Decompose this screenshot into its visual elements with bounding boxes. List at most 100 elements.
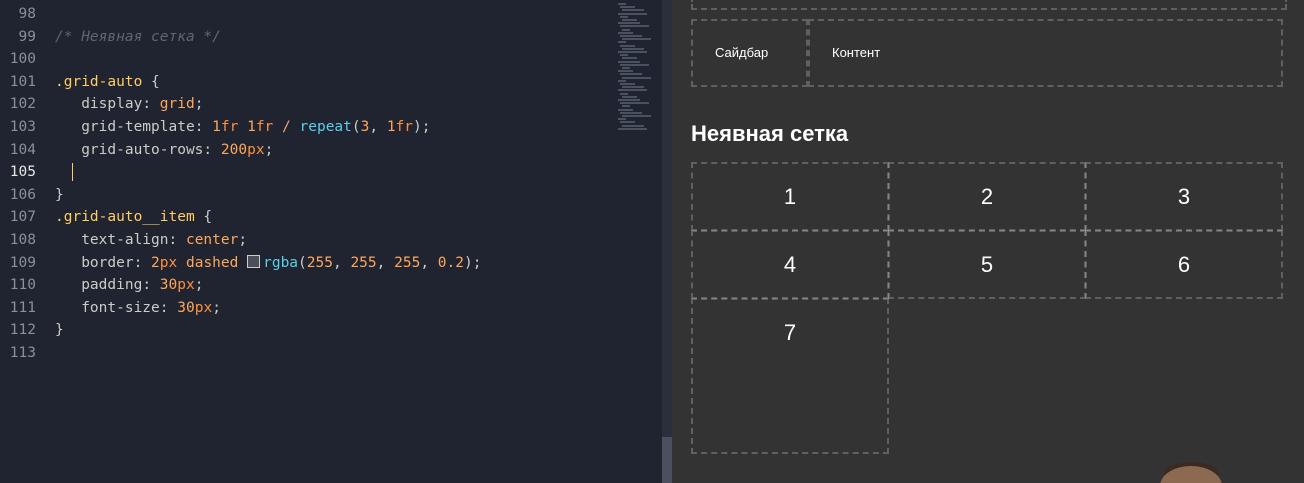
line-number: 110 (9, 277, 36, 294)
code-token: 1 (212, 119, 221, 135)
code-token: border (72, 254, 134, 271)
code-token: fr (255, 119, 274, 135)
code-line[interactable]: 104 grid-auto-rows: 200px; (0, 139, 612, 161)
color-swatch-icon[interactable] (247, 254, 261, 268)
code-token: } (55, 322, 64, 339)
minimap-line (620, 73, 642, 76)
minimap-line (618, 89, 647, 92)
minimap-line (620, 25, 649, 28)
line-number: 105 (9, 164, 36, 181)
code-token: grid-template (72, 119, 195, 135)
code-token: / (282, 119, 291, 135)
line-code: /* Неявная сетка */ (55, 26, 221, 48)
code-line[interactable]: 98 (0, 3, 612, 25)
minimap-line (622, 124, 644, 127)
line-number: 102 (9, 96, 36, 113)
code-editor[interactable]: 98 99 /* Неявная сетка */ 100 101 .grid-auto … (0, 0, 662, 483)
code-line[interactable]: 100 (0, 48, 612, 70)
minimap-line (620, 44, 635, 47)
sidebar-label: Сайдбар (715, 45, 769, 60)
code-token: { (142, 73, 160, 90)
code-token: rgba (263, 254, 299, 271)
minimap[interactable] (616, 0, 660, 140)
previous-grid-fragment (691, 0, 1287, 10)
minimap-line (620, 15, 628, 18)
code-token: ( (351, 119, 361, 135)
minimap-line (622, 38, 651, 41)
grid-item: 4 (691, 230, 889, 299)
line-code: border: 2px dashed rgba(255, 255, 255, 0… (55, 252, 481, 274)
line-number: 104 (9, 141, 36, 158)
browser-preview: Сайдбар Контент Неявная сетка 1 2 3 4 5 … (672, 0, 1304, 483)
minimap-line (622, 86, 644, 89)
code-token: , (332, 254, 351, 271)
code-token: display (72, 96, 143, 113)
code-line[interactable]: 105 (0, 161, 612, 183)
editor-scrollbar-track[interactable] (662, 0, 672, 483)
code-token: 0.2 (437, 254, 464, 271)
indent-guide (55, 119, 72, 135)
line-number: 99 (18, 28, 36, 45)
indent-guide (55, 300, 72, 316)
line-code (55, 161, 74, 183)
code-line[interactable]: 103 grid-template: 1fr 1fr / repeat(3, 1… (0, 116, 612, 138)
code-token: px (194, 299, 213, 316)
section-title: Неявная сетка (691, 121, 849, 146)
indent-guide (55, 96, 72, 112)
code-token: ; (194, 277, 204, 294)
code-token: px (247, 141, 265, 158)
code-token: : (159, 299, 178, 316)
code-line[interactable]: 101 .grid-auto { (0, 71, 612, 93)
minimap-line (622, 9, 644, 12)
line-code: grid-auto-rows: 200px; (55, 139, 273, 161)
code-token: 255 (350, 254, 377, 271)
code-token: } (55, 186, 64, 203)
minimap-line (622, 57, 637, 60)
code-line[interactable]: 109 border: 2px dashed rgba(255, 255, 25… (0, 252, 612, 274)
indent-guide (55, 232, 72, 248)
editor-scrollbar-thumb[interactable] (662, 437, 672, 483)
minimap-line (618, 70, 633, 73)
code-token: grid (159, 96, 195, 113)
minimap-line (618, 31, 633, 34)
code-token: : (203, 141, 221, 158)
line-code: grid-template: 1fr 1fr / repeat(3, 1fr); (55, 116, 430, 138)
code-token: 2 (151, 254, 160, 271)
code-line[interactable]: 102 display: grid; (0, 93, 612, 115)
code-line[interactable]: 111 font-size: 30px; (0, 297, 612, 319)
indent-guide (55, 277, 72, 293)
code-token: fr (395, 119, 414, 135)
code-token: 255 (394, 254, 421, 271)
code-line[interactable]: 108 text-align: center; (0, 229, 612, 251)
minimap-line (622, 76, 651, 79)
grid-item: 1 (691, 162, 889, 231)
code-line[interactable]: 110 padding: 30px; (0, 274, 612, 296)
line-number: 109 (9, 254, 36, 271)
minimap-line (622, 67, 630, 69)
code-line[interactable]: 113 (0, 342, 612, 364)
line-number: 101 (9, 73, 36, 90)
minimap-line (620, 35, 642, 37)
code-token: ; (194, 96, 204, 113)
code-token: text-align (72, 232, 169, 248)
code-line[interactable]: 107 .grid-auto__item { (0, 206, 612, 228)
code-line[interactable]: 106} (0, 184, 612, 206)
minimap-line (618, 79, 626, 82)
minimap-line (618, 108, 633, 111)
code-line[interactable]: 99 /* Неявная сетка */ (0, 26, 612, 48)
minimap-line (620, 63, 649, 66)
line-code: text-align: center; (55, 229, 247, 251)
code-token: : (142, 96, 160, 113)
code-line[interactable]: 112} (0, 319, 612, 341)
line-number: 111 (9, 299, 36, 316)
code-token: 1 (386, 119, 396, 135)
grid-item: 2 (888, 162, 1086, 231)
minimap-line (620, 6, 635, 9)
line-number: 108 (9, 232, 36, 248)
grid-item: 3 (1085, 162, 1283, 231)
minimap-line (622, 19, 637, 21)
line-code: padding: 30px; (55, 274, 203, 296)
